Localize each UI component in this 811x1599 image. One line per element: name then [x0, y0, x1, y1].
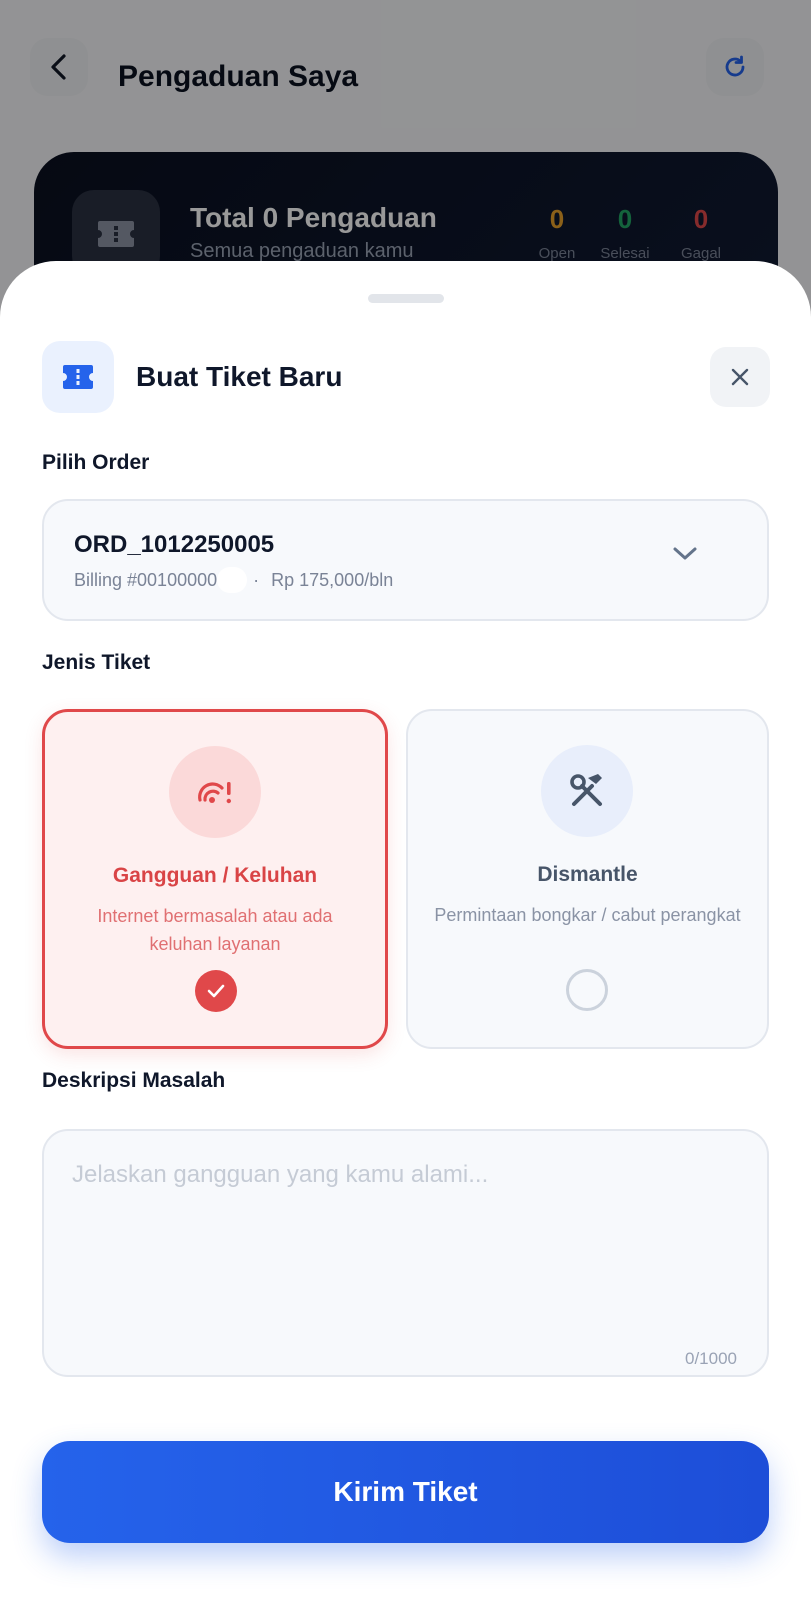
description-input[interactable]: [72, 1161, 742, 1331]
type-name: Dismantle: [537, 863, 638, 886]
radio-checked[interactable]: [195, 970, 237, 1012]
submit-button[interactable]: Kirim Tiket: [42, 1441, 769, 1543]
type-name: Gangguan / Keluhan: [112, 864, 318, 887]
description-label: Deskripsi Masalah: [42, 1069, 226, 1092]
signal-alert-icon: [169, 746, 261, 838]
separator: ·: [253, 569, 260, 590]
close-button[interactable]: [710, 347, 770, 407]
close-icon: [731, 368, 749, 386]
drag-handle[interactable]: [368, 294, 444, 303]
order-price: Rp 175,000/bln: [271, 569, 394, 590]
order-select[interactable]: ORD_1012250005 Billing #00100000 · Rp 17…: [42, 499, 769, 621]
sheet-title: Buat Tiket Baru: [136, 361, 343, 392]
tools-icon: [541, 745, 633, 837]
type-option-gangguan[interactable]: Gangguan / Keluhan Internet bermasalah a…: [42, 709, 388, 1049]
description-box: 0/1000: [42, 1129, 769, 1377]
new-ticket-sheet: Buat Tiket Baru Pilih Order ORD_10122500…: [0, 261, 811, 1599]
checkmark-icon: [207, 984, 225, 998]
order-id: ORD_1012250005: [74, 531, 275, 558]
order-label: Pilih Order: [42, 451, 150, 474]
ticket-icon: [42, 341, 114, 413]
type-label: Jenis Tiket: [42, 651, 151, 674]
char-counter: 0/1000: [685, 1349, 737, 1368]
order-meta: Billing #00100000 · Rp 175,000/bln: [74, 567, 393, 593]
type-desc: Internet bermasalah atau ada keluhan lay…: [97, 906, 333, 954]
radio-unchecked[interactable]: [566, 969, 608, 1011]
billing-number: Billing #00100000: [74, 569, 218, 590]
redaction-mask: [217, 567, 248, 593]
chevron-down-icon: [673, 547, 697, 560]
type-option-dismantle[interactable]: Dismantle Permintaan bongkar / cabut per…: [406, 709, 769, 1049]
type-desc: Permintaan bongkar / cabut perangkat: [434, 905, 741, 925]
